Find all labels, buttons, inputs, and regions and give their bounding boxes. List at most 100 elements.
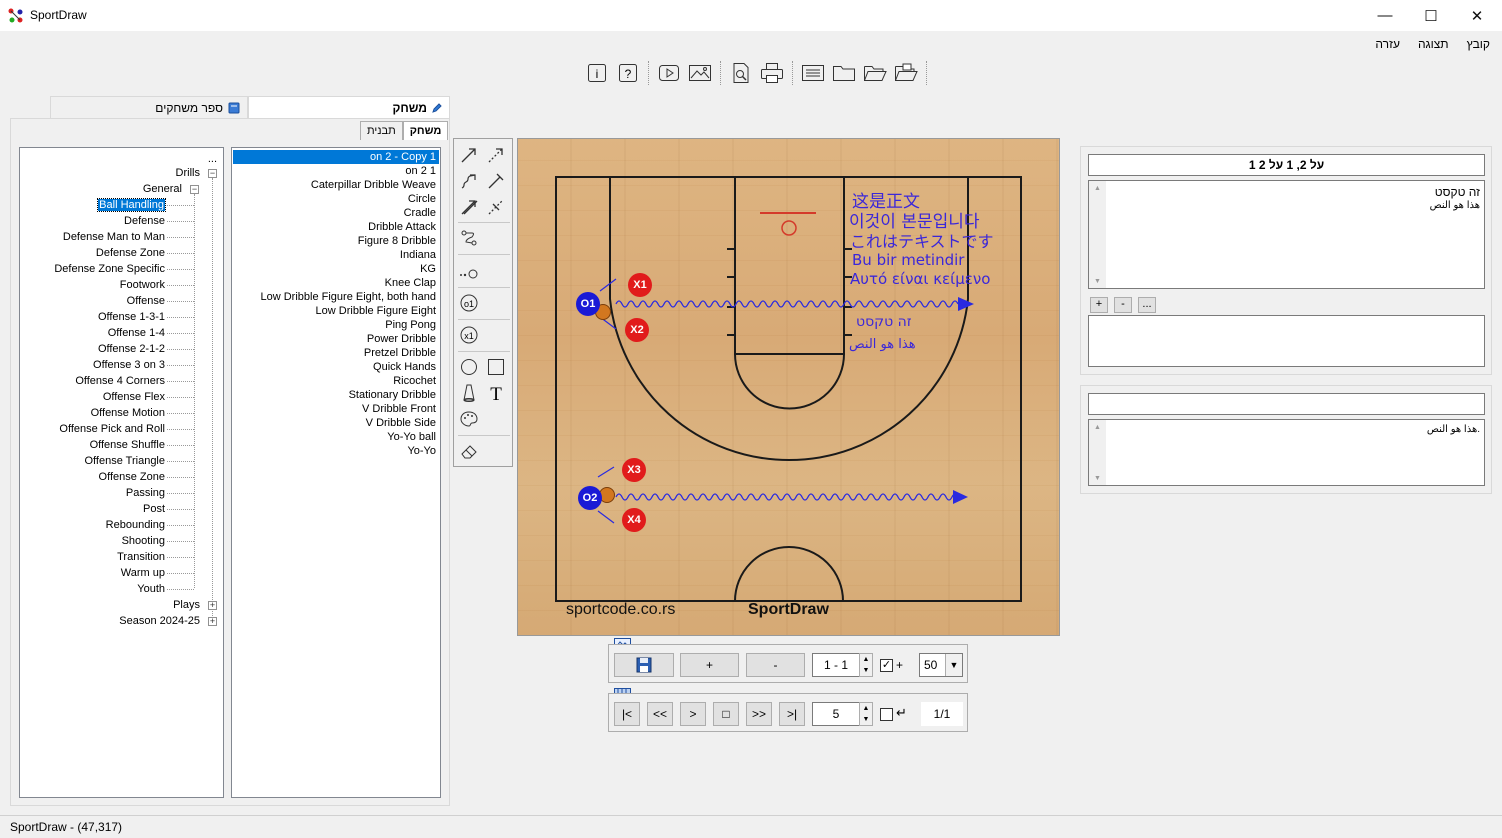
tree-item-category[interactable]: Ball Handling xyxy=(97,198,166,212)
tree-item-plays[interactable]: Plays xyxy=(173,598,200,612)
player-o2[interactable]: O2 xyxy=(578,486,602,510)
arrow-icon[interactable] xyxy=(457,143,481,167)
tree-item-category[interactable]: Footwork xyxy=(120,278,165,292)
player-x2[interactable]: X2 xyxy=(625,318,649,342)
menu-view[interactable]: תצוגה xyxy=(1416,36,1451,52)
tab-game-book[interactable]: ספר משחקים xyxy=(50,96,248,118)
close-button[interactable]: ✕ xyxy=(1454,0,1500,31)
tree-item-category[interactable]: Offense 2-1-2 xyxy=(98,342,165,356)
scrollbar[interactable]: ▲ ▼ xyxy=(1089,181,1106,288)
play-video-icon[interactable] xyxy=(656,61,682,85)
circle-shape-icon[interactable] xyxy=(457,355,481,379)
list-item-selected[interactable]: on 2 - Copy 1 xyxy=(233,150,439,164)
tree-item-category[interactable]: Warm up xyxy=(121,566,165,580)
list-item[interactable]: V Dribble Front xyxy=(233,402,439,416)
list-item[interactable]: Circle xyxy=(233,192,439,206)
speed-input[interactable]: 5 xyxy=(812,702,860,726)
tree-item-category[interactable]: Post xyxy=(143,502,165,516)
more-options-button[interactable]: ... xyxy=(1138,297,1156,313)
expand-icon[interactable]: + xyxy=(208,617,217,626)
annotation-greek[interactable]: Αυτό είναι κείμενο xyxy=(850,270,990,288)
preview-icon[interactable] xyxy=(728,61,754,85)
list-item[interactable]: Pretzel Dribble xyxy=(233,346,439,360)
tree-item-season[interactable]: Season 2024-25 xyxy=(119,614,200,628)
next-frame-button[interactable]: >> xyxy=(746,702,772,726)
list-item[interactable]: KG xyxy=(233,262,439,276)
frame-range-spinner[interactable]: ▲ ▼ xyxy=(859,653,873,677)
annotation-arabic[interactable]: هذا هو النص xyxy=(849,337,916,352)
ball-pass-icon[interactable] xyxy=(457,259,481,283)
add-frame-button[interactable]: + xyxy=(680,653,739,677)
list-item[interactable]: Figure 8 Dribble xyxy=(233,234,439,248)
remove-frame-button[interactable]: - xyxy=(746,653,805,677)
print-icon[interactable] xyxy=(759,61,785,85)
expand-icon[interactable]: + xyxy=(208,601,217,610)
first-frame-button[interactable]: |< xyxy=(614,702,640,726)
list-item[interactable]: Yo-Yo ball xyxy=(233,430,439,444)
collapse-icon[interactable]: − xyxy=(190,185,199,194)
list-item[interactable]: Caterpillar Dribble Weave xyxy=(233,178,439,192)
menu-file[interactable]: קובץ xyxy=(1465,36,1492,52)
tree-root[interactable]: ... xyxy=(208,152,217,166)
cross-line-icon[interactable] xyxy=(484,195,508,219)
list-item[interactable]: on 2 1 xyxy=(233,164,439,178)
notes-text-area[interactable]: هذا هو النص. ▲ ▼ xyxy=(1088,419,1485,486)
remove-item-button[interactable]: - xyxy=(1114,297,1132,313)
tab-game-sub[interactable]: משחק xyxy=(402,121,449,140)
tree-item-category[interactable]: Offense Pick and Roll xyxy=(59,422,165,436)
eraser-icon[interactable] xyxy=(457,439,481,463)
tree-item-category[interactable]: Defense xyxy=(124,214,165,228)
folder-open-icon[interactable] xyxy=(862,61,888,85)
tab-template[interactable]: תבנית xyxy=(360,121,403,140)
tree-item-category[interactable]: Offense 1-3-1 xyxy=(98,310,165,324)
tree-item-category[interactable]: Offense 3 on 3 xyxy=(93,358,165,372)
tree-item-category[interactable]: Offense Flex xyxy=(103,390,165,404)
defense-player-icon[interactable]: x1 xyxy=(457,323,481,347)
drill-title-field[interactable]: 1 על 2, 1 על 2 xyxy=(1088,154,1485,176)
tree-item-category[interactable]: Offense Zone xyxy=(99,470,165,484)
player-x4[interactable]: X4 xyxy=(622,508,646,532)
list-item[interactable]: Yo-Yo xyxy=(233,444,439,458)
list-item[interactable]: Knee Clap xyxy=(233,276,439,290)
list-item[interactable]: Quick Hands xyxy=(233,360,439,374)
tree-item-category[interactable]: Offense 4 Corners xyxy=(75,374,165,388)
add-item-button[interactable]: + xyxy=(1090,297,1108,313)
tree-item-category[interactable]: Shooting xyxy=(122,534,165,548)
player-x1[interactable]: X1 xyxy=(628,273,652,297)
tree-item-general[interactable]: General xyxy=(143,182,182,196)
speed-spinner[interactable]: ▲ ▼ xyxy=(859,702,873,726)
annotation-hebrew[interactable]: זה טקסט xyxy=(856,314,912,330)
tree-item-category[interactable]: Offense xyxy=(127,294,165,308)
list-item[interactable]: Power Dribble xyxy=(233,332,439,346)
list-item[interactable]: Indiana xyxy=(233,248,439,262)
list-item[interactable]: Low Dribble Figure Eight, both hand xyxy=(233,290,439,304)
tree-item-category[interactable]: Offense Triangle xyxy=(84,454,165,468)
maximize-button[interactable]: ☐ xyxy=(1408,0,1454,31)
list-item[interactable]: Low Dribble Figure Eight xyxy=(233,304,439,318)
list-item[interactable]: Cradle xyxy=(233,206,439,220)
tree-item-category[interactable]: Defense Man to Man xyxy=(63,230,165,244)
minimize-button[interactable]: — xyxy=(1362,0,1408,31)
tree-item-category[interactable]: Offense Shuffle xyxy=(90,438,165,452)
play-button[interactable]: > xyxy=(680,702,706,726)
drill-list[interactable]: on 2 - Copy 1 on 2 1 Caterpillar Dribble … xyxy=(231,147,441,798)
frame-range-input[interactable]: 1 - 1 xyxy=(812,653,860,677)
cone-icon[interactable] xyxy=(457,381,481,405)
save-frame-button[interactable] xyxy=(614,653,674,677)
handoff-arrow-icon[interactable] xyxy=(457,195,481,219)
tree-item-category[interactable]: Rebounding xyxy=(106,518,165,532)
loop-checkbox[interactable] xyxy=(880,708,893,721)
previous-frame-button[interactable]: << xyxy=(647,702,673,726)
screen-line-icon[interactable] xyxy=(484,169,508,193)
list-item[interactable]: Dribble Attack xyxy=(233,220,439,234)
list-item[interactable]: V Dribble Side xyxy=(233,416,439,430)
folder-save-icon[interactable] xyxy=(893,61,919,85)
player-x3[interactable]: X3 xyxy=(622,458,646,482)
annotation-turkish[interactable]: Bu bir metindir xyxy=(852,251,964,269)
scrollbar[interactable]: ▲ ▼ xyxy=(1089,420,1106,485)
dashed-arrow-icon[interactable] xyxy=(484,143,508,167)
help-icon[interactable]: ? xyxy=(615,61,641,85)
last-frame-button[interactable]: >| xyxy=(779,702,805,726)
items-list[interactable] xyxy=(1088,315,1485,367)
category-tree[interactable]: ... Drills − General − Ball Handling Defe… xyxy=(19,147,224,798)
